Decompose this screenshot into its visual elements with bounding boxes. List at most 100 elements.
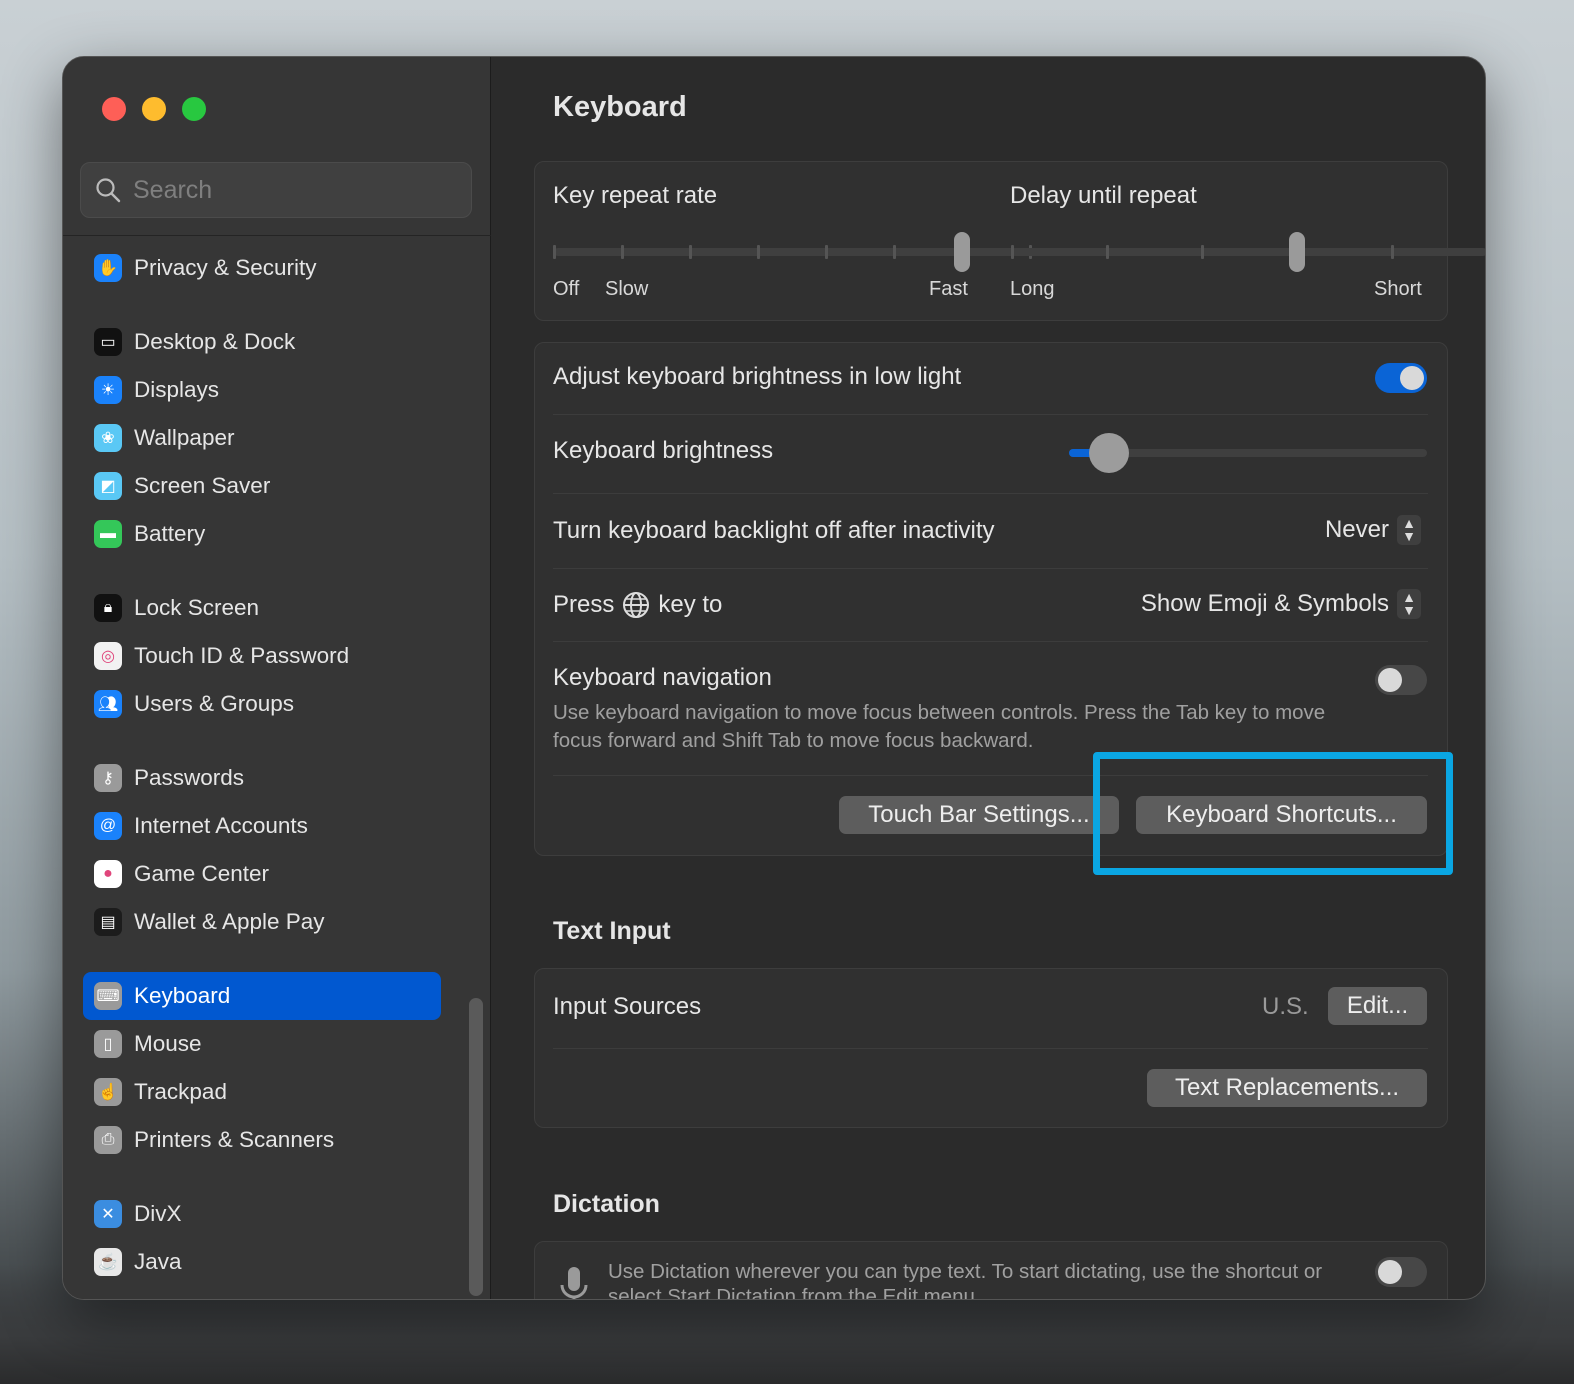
divider bbox=[553, 493, 1428, 494]
sidebar: Search ✋ Privacy & Security ▭ Desktop & Doc… bbox=[63, 57, 491, 1299]
sidebar-divider bbox=[63, 235, 491, 236]
sidebar-item-passwords[interactable]: ⚷ Passwords bbox=[83, 754, 441, 802]
screen-saver-icon: ◩ bbox=[94, 472, 122, 500]
press-label: Press bbox=[553, 591, 615, 618]
dock-icon: ▭ bbox=[94, 328, 122, 356]
slider-thumb[interactable] bbox=[1289, 232, 1305, 272]
slider-thumb[interactable] bbox=[954, 232, 970, 272]
backlight-popup[interactable]: Never ▲ ▼ bbox=[1325, 515, 1421, 545]
sidebar-item-label: Java bbox=[134, 1249, 182, 1274]
slider-tick bbox=[1390, 245, 1394, 259]
adjust-brightness-toggle[interactable] bbox=[1375, 363, 1427, 393]
sidebar-item-wallpaper[interactable]: ❀ Wallpaper bbox=[83, 414, 441, 462]
sidebar-item-game-center[interactable]: ● Game Center bbox=[83, 850, 441, 898]
zoom-button[interactable] bbox=[182, 97, 206, 121]
sidebar-item-label: Internet Accounts bbox=[134, 813, 308, 838]
adjust-brightness-label: Adjust keyboard brightness in low light bbox=[553, 363, 962, 390]
hand-icon: ✋ bbox=[94, 254, 122, 282]
sidebar-item-wallet-apple-pay[interactable]: ▤ Wallet & Apple Pay bbox=[83, 898, 441, 946]
minimize-button[interactable] bbox=[142, 97, 166, 121]
input-sources-value: U.S. bbox=[1262, 993, 1309, 1020]
sidebar-item-screen-saver[interactable]: ◩ Screen Saver bbox=[83, 462, 441, 510]
sun-icon: ☀ bbox=[94, 376, 122, 404]
press-key-popup[interactable]: Show Emoji & Symbols ▲ ▼ bbox=[1141, 589, 1421, 619]
press-key-label: Press key to bbox=[553, 591, 722, 619]
sidebar-item-privacy-security[interactable]: ✋ Privacy & Security bbox=[83, 244, 441, 292]
sidebar-item-label: Passwords bbox=[134, 765, 245, 790]
slider-tick bbox=[1010, 245, 1014, 259]
key-repeat-fast-label: Fast bbox=[929, 278, 968, 300]
sidebar-item-label: DivX bbox=[134, 1201, 182, 1226]
sidebar-item-label: Wallet & Apple Pay bbox=[134, 909, 325, 934]
delay-short-label: Short bbox=[1374, 278, 1422, 300]
sidebar-item-label: Touch ID & Password bbox=[134, 643, 350, 668]
sidebar-scrollbar[interactable] bbox=[469, 998, 483, 1296]
sidebar-item-label: Privacy & Security bbox=[134, 255, 317, 280]
sidebar-item-keyboard[interactable]: ⌨ Keyboard bbox=[83, 972, 441, 1020]
wallet-icon: ▤ bbox=[94, 908, 122, 936]
java-icon: ☕ bbox=[94, 1248, 122, 1276]
slider-tick bbox=[1105, 245, 1109, 259]
slider-tick bbox=[1486, 245, 1487, 259]
divider bbox=[553, 568, 1428, 569]
close-button[interactable] bbox=[102, 97, 126, 121]
slider-tick bbox=[620, 245, 624, 259]
brightness-slider-thumb[interactable] bbox=[1088, 433, 1129, 473]
dictation-toggle[interactable] bbox=[1375, 1257, 1427, 1287]
sidebar-item-desktop-dock[interactable]: ▭ Desktop & Dock bbox=[83, 318, 441, 366]
sidebar-item-label: Trackpad bbox=[134, 1079, 227, 1104]
keyboard-icon: ⌨ bbox=[94, 982, 122, 1010]
chevron-updown-icon: ▲ ▼ bbox=[1397, 515, 1421, 545]
sidebar-item-java[interactable]: ☕ Java bbox=[83, 1238, 441, 1286]
sidebar-item-battery[interactable]: ▬ Battery bbox=[83, 510, 441, 558]
keyboard-nav-description: Use keyboard navigation to move focus be… bbox=[553, 701, 1326, 752]
sidebar-item-label: Printers & Scanners bbox=[134, 1127, 335, 1152]
sidebar-item-label: Lock Screen bbox=[134, 595, 260, 620]
keyboard-shortcuts-highlight bbox=[1093, 752, 1453, 875]
slider-tick bbox=[756, 245, 760, 259]
sidebar-item-label: Battery bbox=[134, 521, 206, 546]
sidebar-item-users-groups[interactable]: 👥︎ Users & Groups bbox=[83, 680, 441, 728]
keyboard-brightness-label: Keyboard brightness bbox=[553, 437, 774, 464]
sidebar-item-label: Game Center bbox=[134, 861, 270, 886]
text-replacements-button[interactable]: Text Replacements... bbox=[1147, 1069, 1427, 1107]
input-sources-label: Input Sources bbox=[553, 993, 702, 1020]
keyboard-nav-toggle[interactable] bbox=[1375, 665, 1427, 695]
system-settings-window: Search ✋ Privacy & Security ▭ Desktop & Doc… bbox=[62, 56, 1486, 1300]
main-pane: Keyboard Key repeat rate Delay until rep… bbox=[492, 57, 1485, 1299]
edit-input-sources-button[interactable]: Edit... bbox=[1328, 987, 1427, 1025]
divider bbox=[553, 1048, 1428, 1049]
printer-icon: ⎙ bbox=[94, 1126, 122, 1154]
sidebar-item-label: Displays bbox=[134, 377, 220, 402]
sidebar-item-internet-accounts[interactable]: @ Internet Accounts bbox=[83, 802, 441, 850]
sidebar-item-label: Users & Groups bbox=[134, 691, 295, 716]
sidebar-item-printers-scanners[interactable]: ⎙ Printers & Scanners bbox=[83, 1116, 441, 1164]
lock-icon: 🔒︎ bbox=[94, 594, 122, 622]
sidebar-item-label: Screen Saver bbox=[134, 473, 271, 498]
touch-bar-settings-button[interactable]: Touch Bar Settings... bbox=[839, 796, 1119, 834]
search-input[interactable]: Search bbox=[80, 162, 472, 218]
users-icon: 👥︎ bbox=[94, 690, 122, 718]
sidebar-item-lock-screen[interactable]: 🔒︎ Lock Screen bbox=[83, 584, 441, 632]
sidebar-item-divx[interactable]: ✕ DivX bbox=[83, 1190, 441, 1238]
page-title: Keyboard bbox=[553, 91, 687, 123]
search-placeholder: Search bbox=[133, 175, 213, 204]
trackpad-icon: ☝ bbox=[94, 1078, 122, 1106]
search-icon bbox=[96, 178, 121, 203]
sidebar-item-touch-id-password[interactable]: ◎ Touch ID & Password bbox=[83, 632, 441, 680]
slider-track bbox=[1012, 248, 1485, 256]
key-icon: ⚷ bbox=[94, 764, 122, 792]
fingerprint-icon: ◎ bbox=[94, 642, 122, 670]
key-repeat-off-label: Off bbox=[553, 278, 580, 300]
slider-tick bbox=[824, 245, 828, 259]
delay-long-label: Long bbox=[1010, 278, 1055, 300]
key-repeat-slow-label: Slow bbox=[605, 278, 649, 300]
sidebar-item-mouse[interactable]: ▯ Mouse bbox=[83, 1020, 441, 1068]
sidebar-item-label: Wallpaper bbox=[134, 425, 235, 450]
battery-icon: ▬ bbox=[94, 520, 122, 548]
game-center-icon: ● bbox=[94, 860, 122, 888]
sidebar-item-label: Mouse bbox=[134, 1031, 202, 1056]
divider bbox=[553, 414, 1428, 415]
sidebar-item-trackpad[interactable]: ☝ Trackpad bbox=[83, 1068, 441, 1116]
sidebar-item-displays[interactable]: ☀ Displays bbox=[83, 366, 441, 414]
